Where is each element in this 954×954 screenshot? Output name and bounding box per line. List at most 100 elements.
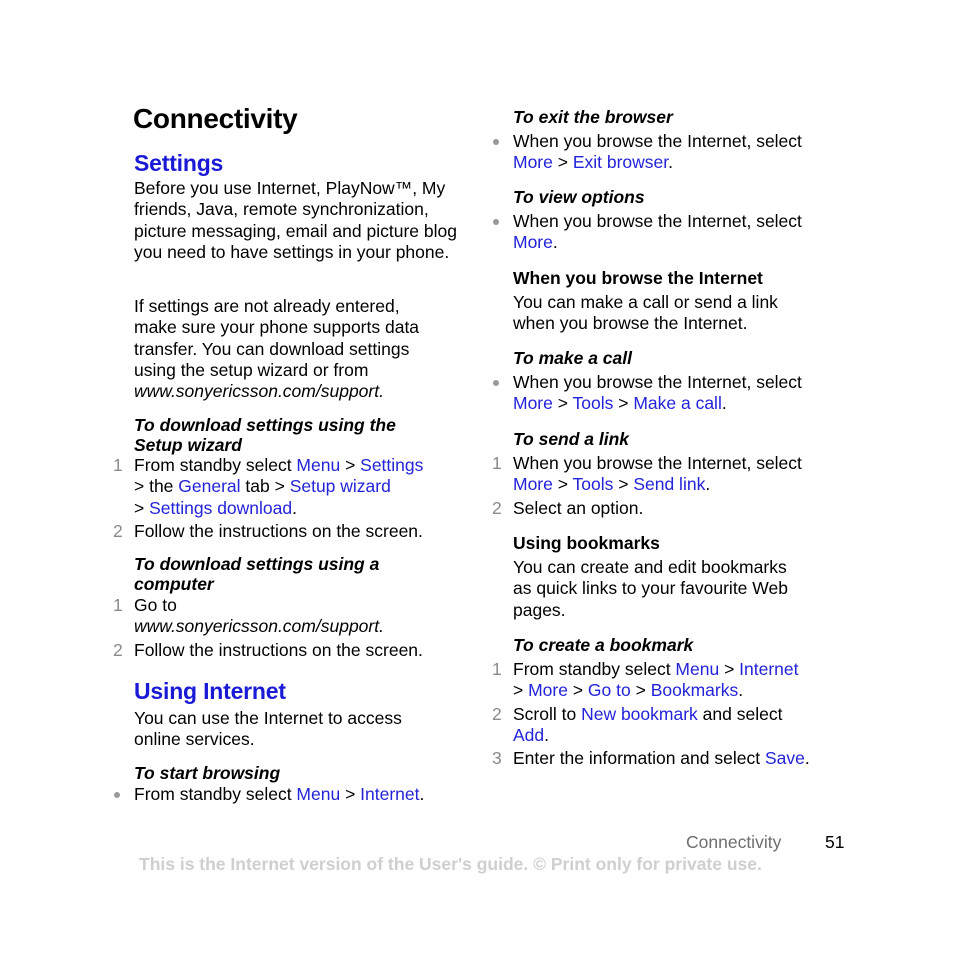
general-tab-link[interactable]: General	[178, 476, 240, 496]
separator: >	[513, 680, 529, 701]
footer-disclaimer: This is the Internet version of the User…	[139, 854, 762, 874]
punctuation: .	[668, 152, 674, 173]
new-bookmark-link[interactable]: New bookmark	[581, 704, 698, 724]
step-text: Scroll to	[513, 704, 582, 724]
step-text: Follow the instructions on the screen.	[134, 521, 423, 541]
step-number: 2	[492, 498, 502, 518]
more-link[interactable]: More	[513, 474, 553, 494]
send-link-heading: To send a link	[513, 429, 630, 449]
internet-link[interactable]: Internet	[360, 784, 419, 804]
text-line: make sure your phone supports data	[134, 317, 420, 338]
make-a-call-link[interactable]: Make a call	[633, 393, 722, 413]
separator: >	[134, 497, 150, 518]
separator: >	[613, 474, 634, 495]
step-number: 1	[113, 595, 123, 615]
text-line: as quick links to your favourite Web	[513, 578, 788, 599]
punctuation: .	[544, 725, 550, 746]
exit-browser-link[interactable]: Exit browser	[573, 152, 668, 172]
setup-wizard-link[interactable]: Setup wizard	[290, 476, 391, 496]
text-line: You can make a call or send a link	[513, 292, 778, 312]
settings-paragraph: If settings are not already entered, mak…	[134, 296, 474, 402]
punctuation: .	[419, 784, 425, 804]
exit-browser-heading: To exit the browser	[513, 107, 673, 127]
separator: >	[552, 474, 573, 495]
step-number: 1	[492, 453, 502, 473]
step-text: When you browse the Internet, select	[513, 372, 802, 392]
page-number: 51	[825, 832, 845, 852]
heading-line: To download settings using the	[134, 415, 396, 435]
text-line: You can create and edit bookmarks	[513, 557, 787, 577]
punctuation: .	[552, 232, 558, 253]
more-link[interactable]: More	[513, 393, 553, 413]
text-line: when you browse the Internet.	[513, 313, 748, 334]
step-text: > the	[134, 476, 179, 497]
punctuation: .	[721, 393, 727, 414]
menu-link[interactable]: Menu	[296, 784, 340, 804]
text-line: If settings are not already entered,	[134, 296, 400, 316]
step-number: 2	[492, 704, 502, 724]
settings-download-link[interactable]: Settings download	[149, 498, 292, 518]
step-number: 1	[113, 455, 123, 475]
menu-link[interactable]: Menu	[296, 455, 340, 475]
send-link-link[interactable]: Send link	[633, 474, 705, 494]
tools-link[interactable]: Tools	[573, 393, 614, 413]
heading-line: To download settings using a	[134, 554, 380, 574]
separator: >	[552, 152, 573, 173]
when-browse-heading: When you browse the Internet	[513, 268, 763, 288]
start-browsing-heading: To start browsing	[134, 763, 281, 783]
text-line: pages.	[513, 599, 566, 620]
step-text: From standby select	[513, 659, 676, 679]
step-text: Go to	[134, 595, 177, 615]
step-text: When you browse the Internet, select	[513, 131, 802, 151]
support-url[interactable]: www.sonyericsson.com/support.	[134, 381, 474, 402]
settings-heading: Settings	[134, 150, 224, 176]
step-text: When you browse the Internet, select	[513, 453, 802, 473]
step-text: From standby select	[134, 784, 297, 804]
text-line: using the setup wizard or from	[134, 359, 369, 380]
footer-section-name: Connectivity	[686, 832, 782, 852]
separator: >	[552, 393, 573, 414]
punctuation: .	[292, 497, 297, 518]
view-options-heading: To view options	[513, 187, 645, 207]
text-line: You can use the Internet to access	[134, 708, 402, 728]
computer-heading: To download settings using a computer	[134, 554, 380, 594]
support-url[interactable]: www.sonyericsson.com/support.	[134, 616, 474, 637]
heading-line: Setup wizard	[134, 434, 242, 455]
separator: >	[567, 680, 588, 701]
when-browse-text: You can make a call or send a link when …	[513, 292, 778, 335]
punctuation: .	[738, 680, 744, 701]
separator: >	[613, 393, 634, 414]
step-number: 2	[113, 640, 123, 660]
bullet-icon	[493, 139, 499, 145]
step-text: tab >	[240, 476, 290, 497]
separator: >	[630, 680, 651, 701]
more-link[interactable]: More	[513, 232, 553, 252]
tools-link[interactable]: Tools	[573, 474, 614, 494]
wizard-heading: To download settings using the Setup wiz…	[134, 415, 396, 455]
step-text: Select an option.	[513, 498, 644, 518]
separator: >	[340, 784, 361, 804]
step-text: From standby select	[134, 455, 297, 475]
step-number: 2	[113, 521, 123, 541]
menu-link[interactable]: Menu	[675, 659, 719, 679]
step-text: Follow the instructions on the screen.	[134, 640, 423, 660]
heading-line: computer	[134, 573, 214, 594]
step-number: 3	[492, 748, 502, 768]
save-link[interactable]: Save	[765, 748, 805, 768]
create-bookmark-heading: To create a bookmark	[513, 635, 694, 655]
step-number: 1	[492, 659, 502, 679]
go-to-link[interactable]: Go to	[588, 680, 631, 700]
separator: >	[340, 455, 361, 475]
more-link[interactable]: More	[513, 152, 553, 172]
bookmarks-link[interactable]: Bookmarks	[651, 680, 739, 700]
bullet-icon	[114, 792, 120, 798]
settings-link[interactable]: Settings	[360, 455, 423, 475]
text-line: transfer. You can download settings	[134, 338, 410, 359]
add-link[interactable]: Add	[513, 725, 544, 745]
make-call-heading: To make a call	[513, 348, 632, 368]
more-link[interactable]: More	[528, 680, 568, 700]
step-text: When you browse the Internet, select	[513, 211, 802, 231]
internet-link[interactable]: Internet	[739, 659, 798, 679]
bookmarks-text: You can create and edit bookmarks as qui…	[513, 557, 788, 621]
step-text: and select	[697, 704, 783, 724]
